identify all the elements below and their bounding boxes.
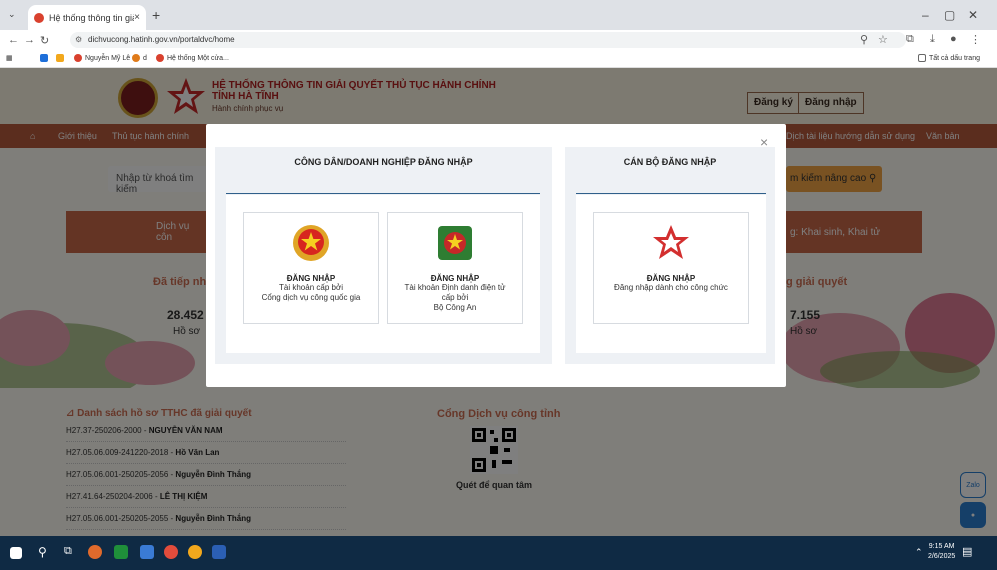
tab-close-icon[interactable]: × bbox=[134, 12, 140, 23]
notification-icon[interactable]: ▤ bbox=[962, 545, 972, 558]
browser-toolbar: ← → ↻ ⚙ dichvucong.hatinh.gov.vn/portald… bbox=[0, 30, 997, 50]
profile-avatar-icon[interactable]: ● bbox=[950, 33, 957, 45]
word-icon[interactable] bbox=[212, 545, 226, 559]
bookmarks-bar: ▦ Nguyễn Mỹ Lê d Hệ thống Một cửa... Tất… bbox=[0, 50, 997, 68]
card-line: Cổng dịch vụ công quốc gia bbox=[261, 293, 361, 302]
zoom-icon[interactable]: ⚲ bbox=[860, 33, 868, 46]
police-badge-icon bbox=[438, 226, 472, 260]
citizen-login-panel: CÔNG DÂN/DOANH NGHIỆP ĐĂNG NHẬP ĐĂNG NHẬ… bbox=[215, 147, 552, 364]
bookmark-item[interactable]: Nguyễn Mỹ Lê bbox=[74, 54, 130, 62]
taskbar-clock[interactable]: 9:15 AM 2/6/2025 bbox=[928, 542, 955, 562]
card-line: Đăng nhập dành cho công chức bbox=[614, 283, 728, 292]
bookmark-item[interactable]: d bbox=[132, 54, 147, 62]
address-bar[interactable]: ⚙ dichvucong.hatinh.gov.vn/portaldvc/hom… bbox=[70, 32, 906, 48]
window-close-icon[interactable]: ✕ bbox=[968, 8, 978, 22]
site-favicon-icon bbox=[34, 12, 44, 23]
card-line: Bộ Công An bbox=[433, 303, 477, 312]
browser-menu-icon[interactable]: ⋮ bbox=[970, 33, 981, 46]
card-title: ĐĂNG NHẬP bbox=[430, 274, 480, 283]
national-portal-login-card[interactable]: ĐĂNG NHẬP Tài khoản cấp bởi Cổng dịch vụ… bbox=[243, 212, 379, 324]
official-panel-divider bbox=[576, 193, 766, 194]
card-line: cấp bởi bbox=[441, 293, 469, 302]
browser-tab[interactable]: Hệ thống thông tin giải quyết × bbox=[28, 5, 146, 30]
url-text: dichvucong.hatinh.gov.vn/portaldvc/home bbox=[88, 35, 235, 44]
bookmark-app-icon-2[interactable] bbox=[56, 54, 67, 62]
vneid-login-card[interactable]: ĐĂNG NHẬP Tài khoản Định danh điện tử cấ… bbox=[387, 212, 523, 324]
bookmark-item[interactable]: Hệ thống Một cửa... bbox=[156, 54, 229, 62]
excel-icon[interactable] bbox=[114, 545, 128, 559]
task-view-icon[interactable]: ⧉ bbox=[64, 545, 72, 558]
card-title: ĐĂNG NHẬP bbox=[286, 274, 336, 283]
windows-taskbar: ⚲ ⧉ ⌃ 9:15 AM 2/6/2025 ▤ bbox=[0, 536, 997, 570]
all-bookmarks[interactable]: Tất cả dấu trang bbox=[918, 54, 980, 62]
new-tab-icon[interactable]: + bbox=[152, 7, 160, 23]
bookmark-star-icon[interactable]: ☆ bbox=[878, 33, 888, 46]
apps-icon[interactable]: ▦ bbox=[6, 54, 13, 62]
citizen-panel-title: CÔNG DÂN/DOANH NGHIỆP ĐĂNG NHẬP bbox=[294, 157, 473, 167]
official-panel-title: CÁN BỘ ĐĂNG NHẬP bbox=[623, 157, 717, 167]
app-icon-2[interactable] bbox=[188, 545, 202, 559]
back-icon[interactable]: ← bbox=[8, 34, 19, 46]
site-info-icon[interactable]: ⚙ bbox=[75, 32, 82, 48]
download-icon[interactable]: ⤓ bbox=[930, 33, 935, 46]
maximize-icon[interactable]: ▢ bbox=[944, 8, 955, 22]
tab-title: Hệ thống thông tin giải quyết bbox=[49, 12, 134, 23]
citizen-panel-divider bbox=[226, 193, 540, 194]
chrome-icon[interactable] bbox=[164, 545, 178, 559]
files-icon[interactable] bbox=[140, 545, 154, 559]
reload-icon[interactable]: ↻ bbox=[40, 34, 49, 47]
bookmark-app-icon[interactable] bbox=[40, 54, 51, 62]
search-icon[interactable]: ⚲ bbox=[38, 545, 47, 559]
card-line: Tài khoản cấp bởi bbox=[279, 283, 343, 292]
start-icon[interactable] bbox=[10, 547, 22, 559]
tray-chevron-icon[interactable]: ⌃ bbox=[915, 547, 923, 558]
minimize-icon[interactable]: – bbox=[922, 8, 929, 22]
forward-icon[interactable]: → bbox=[24, 34, 35, 46]
official-login-panel: CÁN BỘ ĐĂNG NHẬP ĐĂNG NHẬP Đăng nhập dàn… bbox=[565, 147, 775, 364]
star-logo-icon bbox=[653, 225, 689, 259]
official-login-card[interactable]: ĐĂNG NHẬP Đăng nhập dành cho công chức bbox=[593, 212, 749, 324]
extensions-icon[interactable]: ⧉ bbox=[906, 33, 914, 46]
tab-search-icon[interactable]: ⌄ bbox=[8, 9, 16, 20]
national-emblem-icon bbox=[293, 225, 329, 261]
card-title: ĐĂNG NHẬP bbox=[646, 274, 696, 283]
card-line: Tài khoản Định danh điện tử bbox=[404, 283, 506, 292]
browser-tabstrip: ⌄ Hệ thống thông tin giải quyết × + – ▢ … bbox=[0, 0, 997, 30]
app-icon[interactable] bbox=[88, 545, 102, 559]
